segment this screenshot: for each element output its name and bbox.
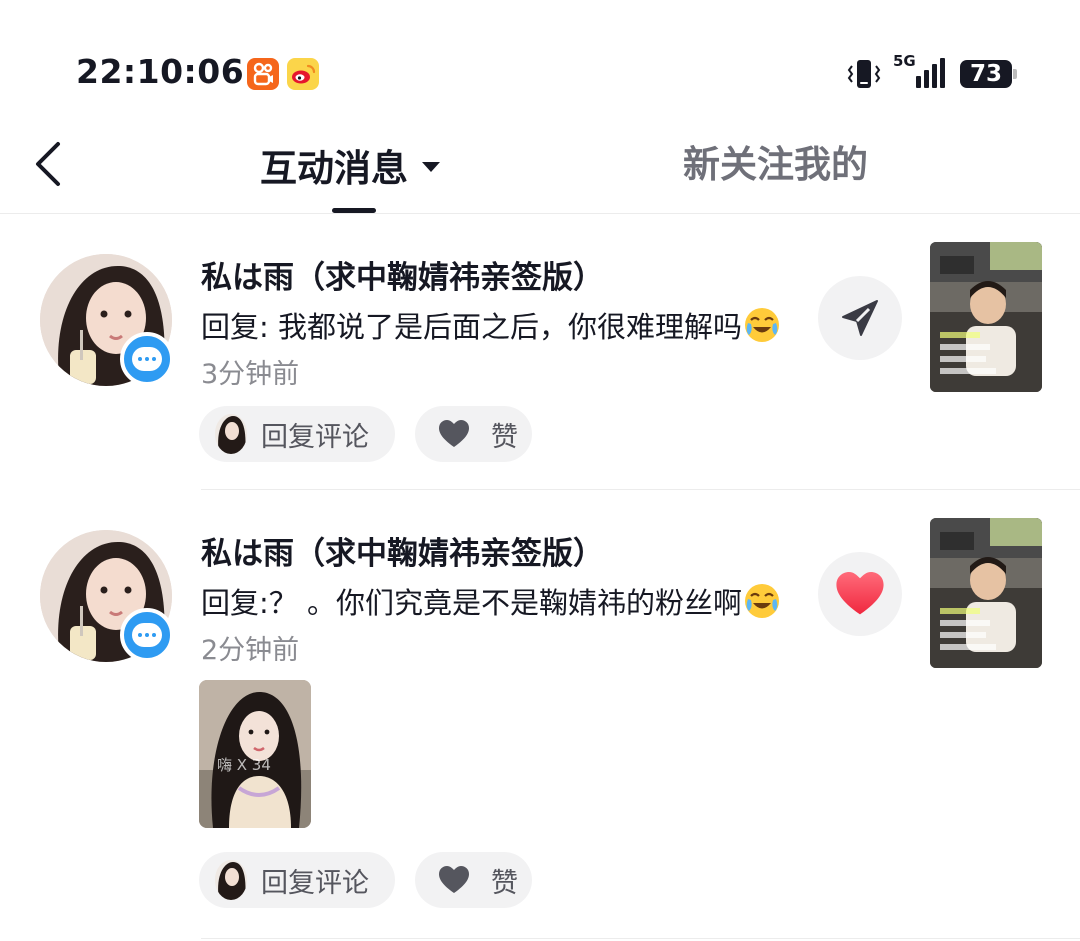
status-time: 22:10:06 [76,52,245,91]
username[interactable]: 私は雨（求中鞠婧祎亲签版） [201,528,604,573]
notification-item[interactable]: 私は雨（求中鞠婧祎亲签版） 回复:？ 。你们究竟是不是鞠婧祎的粉丝啊 2分钟前 [0,490,1080,940]
battery-indicator: 73 [960,60,1018,88]
comment-badge-icon [120,332,174,386]
heart-icon [439,420,469,447]
my-avatar [215,414,247,454]
divider [201,938,1080,939]
user-avatar[interactable] [40,254,174,388]
like-button[interactable]: 赞 [415,852,532,908]
red-heart-icon [836,572,884,615]
timestamp: 2分钟前 [201,635,300,666]
liked-button[interactable] [818,552,902,636]
like-label: 赞 [491,867,518,899]
my-avatar [215,860,247,900]
tab-interactions[interactable]: 互动消息 [260,140,440,190]
crying-laughing-emoji-icon [745,308,779,342]
caret-down-icon [422,162,440,172]
top-nav: 互动消息 新关注我的 [0,120,1080,214]
vibrate-icon [847,60,881,88]
send-button[interactable] [818,276,902,360]
kuaishou-app-icon [247,58,279,90]
notification-item[interactable]: 私は雨（求中鞠婧祎亲签版） 回复: 我都说了是后面之后，你很难理解吗 3分钟前 [0,214,1080,490]
active-tab-indicator [332,208,376,213]
like-button[interactable]: 赞 [415,406,532,462]
signal-icon [916,58,945,88]
weibo-app-icon [287,58,319,90]
username[interactable]: 私は雨（求中鞠婧祎亲签版） [201,252,604,297]
like-label: 赞 [491,421,518,453]
comment-badge-icon [120,608,174,662]
reply-comment-button[interactable]: 回复评论 [199,406,395,462]
comment-body: 回复:？ 。你们究竟是不是鞠婧祎的粉丝啊 [201,586,742,620]
comment-body: 回复: 我都说了是后面之后，你很难理解吗 [201,310,742,344]
user-avatar[interactable] [40,530,174,664]
comment-image[interactable]: 嗨 X 34 [199,680,311,828]
video-thumbnail[interactable] [930,242,1042,392]
chevron-left-icon[interactable] [28,138,68,190]
reply-comment-label: 回复评论 [261,867,369,899]
comment-text: 回复: 我都说了是后面之后，你很难理解吗 3分钟前 [201,304,791,398]
image-overlay-text: 嗨 X 34 [217,756,271,774]
status-bar: 22:10:06 5G 73 [0,0,1080,120]
crying-laughing-emoji-icon [745,584,779,618]
reply-comment-button[interactable]: 回复评论 [199,852,395,908]
video-thumbnail[interactable] [930,518,1042,668]
tab-interactions-label: 互动消息 [260,147,408,190]
reply-comment-label: 回复评论 [261,421,369,453]
comment-text: 回复:？ 。你们究竟是不是鞠婧祎的粉丝啊 2分钟前 [201,580,791,674]
heart-icon [439,866,469,893]
timestamp: 3分钟前 [201,359,300,390]
send-icon [842,300,878,336]
tab-new-followers[interactable]: 新关注我的 [683,140,868,190]
battery-level: 73 [969,61,1002,87]
